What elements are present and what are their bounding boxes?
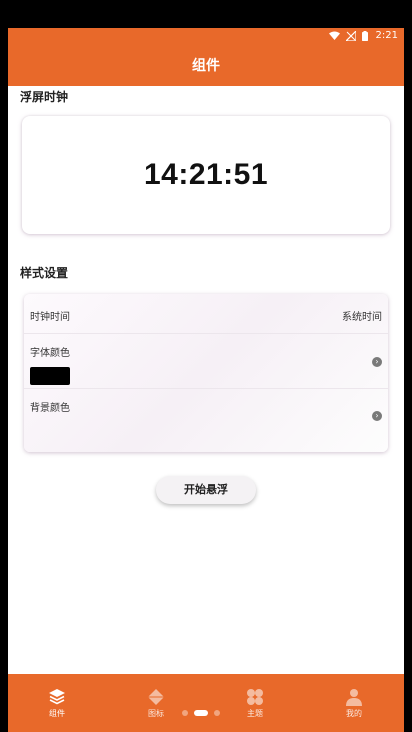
status-bar: 2:21 bbox=[8, 28, 404, 46]
page-dot-active bbox=[194, 710, 208, 716]
start-floating-button[interactable]: 开始悬浮 bbox=[156, 476, 256, 504]
nav-item-icons[interactable]: 图标 bbox=[126, 674, 186, 732]
page-dot bbox=[214, 710, 220, 716]
wifi-icon bbox=[328, 31, 340, 40]
battery-icon bbox=[361, 30, 368, 41]
background-color-label: 背景颜色 bbox=[30, 403, 70, 414]
clock-preview-card: 14:21:51 bbox=[22, 116, 390, 234]
style-settings-section-title: 样式设置 bbox=[20, 266, 69, 280]
bottom-nav: 组件 图标 主题 我的 bbox=[8, 674, 404, 732]
nav-label-icons: 图标 bbox=[148, 709, 164, 718]
nav-item-themes[interactable]: 主题 bbox=[225, 674, 285, 732]
layers-icon bbox=[49, 689, 65, 705]
page-dot bbox=[182, 710, 188, 716]
page-indicator bbox=[182, 710, 220, 716]
no-signal-icon bbox=[345, 30, 356, 41]
floating-clock-section-title: 浮屏时钟 bbox=[20, 90, 69, 104]
nav-item-profile[interactable]: 我的 bbox=[324, 674, 384, 732]
person-icon bbox=[346, 689, 362, 706]
shapes-icon bbox=[148, 689, 164, 705]
app-bar-title: 组件 bbox=[8, 46, 404, 86]
app-screen: 2:21 组件 浮屏时钟 14:21:51 样式设置 时钟时间 系统时间 字体颜… bbox=[8, 28, 404, 732]
nav-label-widgets: 组件 bbox=[49, 709, 65, 718]
chevron-right-icon: › bbox=[372, 411, 382, 421]
nav-label-profile: 我的 bbox=[346, 709, 362, 718]
clock-time-value: 系统时间 bbox=[342, 312, 382, 323]
status-icons: 2:21 bbox=[328, 30, 398, 41]
chevron-right-icon: › bbox=[372, 357, 382, 367]
font-color-row[interactable]: 字体颜色 › bbox=[24, 334, 388, 389]
font-color-label: 字体颜色 bbox=[30, 348, 70, 359]
clock-time-row[interactable]: 时钟时间 系统时间 bbox=[24, 294, 388, 334]
clock-time: 14:21:51 bbox=[143, 158, 269, 191]
status-time: 2:21 bbox=[375, 30, 398, 41]
clock-time-label: 时钟时间 bbox=[30, 312, 70, 323]
background-color-row[interactable]: 背景颜色 › bbox=[24, 389, 388, 452]
nav-item-widgets[interactable]: 组件 bbox=[27, 674, 87, 732]
nav-label-themes: 主题 bbox=[247, 709, 263, 718]
font-color-swatch[interactable] bbox=[30, 367, 70, 385]
petals-icon bbox=[247, 689, 263, 705]
style-settings-card: 时钟时间 系统时间 字体颜色 › 背景颜色 › bbox=[24, 294, 388, 452]
